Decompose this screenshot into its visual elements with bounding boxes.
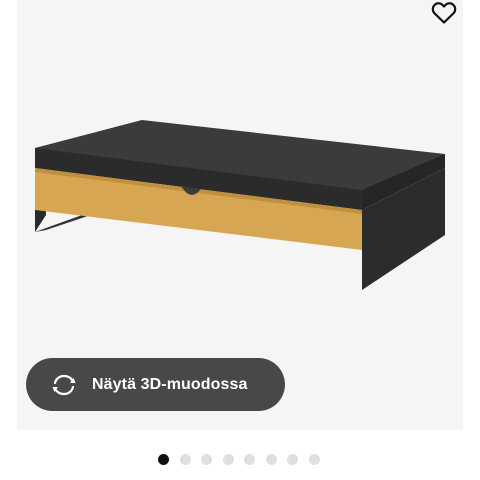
rotate-360-icon — [50, 371, 78, 399]
carousel-dot[interactable] — [201, 453, 212, 465]
product-image-area[interactable]: Näytä 3D-muodossa — [17, 0, 463, 430]
image-carousel-pagination — [158, 453, 330, 465]
carousel-dot[interactable] — [287, 453, 298, 465]
heart-icon — [431, 2, 457, 24]
favourite-button[interactable] — [426, 0, 462, 26]
carousel-dot[interactable] — [244, 453, 255, 465]
carousel-dot[interactable] — [308, 453, 320, 465]
carousel-dot[interactable] — [179, 453, 191, 465]
carousel-dot[interactable] — [265, 453, 277, 465]
view-3d-button[interactable]: Näytä 3D-muodossa — [26, 358, 285, 411]
carousel-dot[interactable] — [158, 453, 169, 465]
carousel-dot[interactable] — [222, 453, 234, 465]
view-3d-label: Näytä 3D-muodossa — [92, 375, 248, 393]
